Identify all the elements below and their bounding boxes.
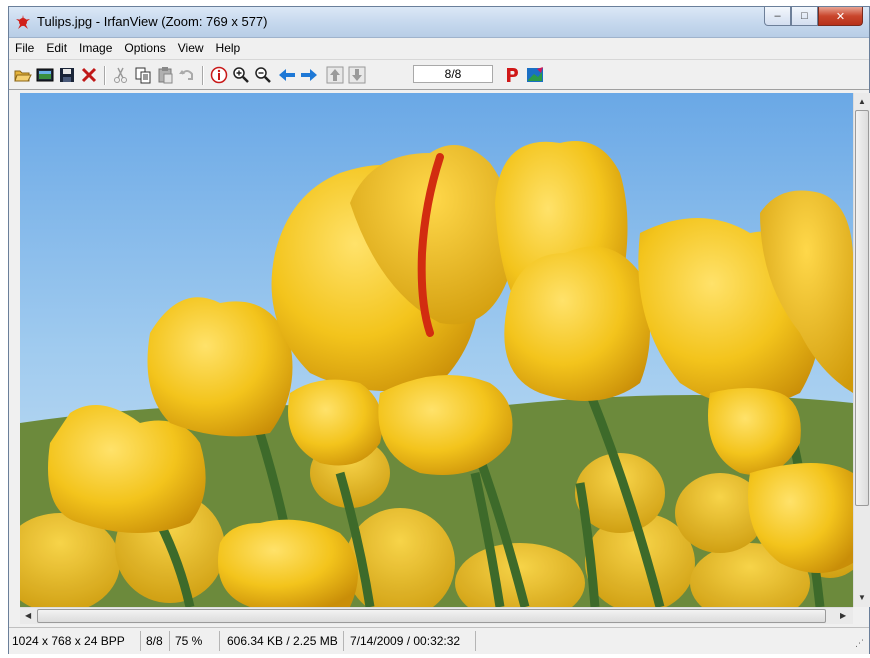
vertical-scroll-thumb[interactable] bbox=[855, 110, 869, 506]
delete-icon[interactable] bbox=[80, 66, 98, 84]
resize-grip-icon[interactable]: ⋰ bbox=[855, 638, 864, 649]
slideshow-icon[interactable] bbox=[36, 66, 54, 84]
last-page-icon[interactable] bbox=[348, 66, 366, 84]
scroll-right-icon[interactable]: ▶ bbox=[840, 611, 846, 620]
print-icon[interactable] bbox=[503, 66, 521, 84]
next-icon[interactable] bbox=[300, 66, 318, 84]
scroll-up-icon[interactable]: ▲ bbox=[858, 97, 866, 106]
menu-options[interactable]: Options bbox=[118, 38, 171, 58]
window-title: Tulips.jpg - IrfanView (Zoom: 769 x 577) bbox=[37, 14, 268, 29]
scroll-down-icon[interactable]: ▼ bbox=[858, 593, 866, 602]
image-viewport[interactable] bbox=[20, 93, 853, 607]
cut-icon[interactable] bbox=[112, 66, 130, 84]
paste-icon[interactable] bbox=[156, 66, 174, 84]
scroll-left-icon[interactable]: ◀ bbox=[25, 611, 31, 620]
close-button[interactable]: ✕ bbox=[818, 7, 863, 26]
open-folder-icon[interactable] bbox=[14, 66, 32, 84]
status-bar: 1024 x 768 x 24 BPP 8/8 75 % 606.34 KB /… bbox=[9, 627, 869, 654]
menu-help[interactable]: Help bbox=[210, 38, 247, 58]
status-separator bbox=[219, 631, 220, 651]
copy-icon[interactable] bbox=[134, 66, 152, 84]
status-dimensions: 1024 x 768 x 24 BPP bbox=[12, 634, 125, 648]
toolbar-separator bbox=[202, 66, 204, 85]
status-separator bbox=[343, 631, 344, 651]
save-icon[interactable] bbox=[58, 66, 76, 84]
toolbar-separator bbox=[104, 66, 106, 85]
first-page-icon[interactable] bbox=[326, 66, 344, 84]
horizontal-scrollbar[interactable]: ◀ ▶ bbox=[20, 607, 853, 624]
paint-icon[interactable] bbox=[526, 66, 544, 84]
minimize-button[interactable]: – bbox=[764, 7, 791, 26]
status-separator bbox=[140, 631, 141, 651]
irfanview-app-icon bbox=[16, 15, 30, 29]
window-controls: – □ ✕ bbox=[764, 7, 863, 28]
info-icon[interactable] bbox=[210, 66, 228, 84]
previous-icon[interactable] bbox=[278, 66, 296, 84]
status-separator bbox=[475, 631, 476, 651]
vertical-scrollbar[interactable]: ▲ ▼ bbox=[853, 93, 870, 607]
tulips-image bbox=[20, 93, 853, 607]
undo-icon[interactable] bbox=[178, 66, 196, 84]
menu-file[interactable]: File bbox=[9, 38, 40, 58]
menu-image[interactable]: Image bbox=[73, 38, 118, 58]
menu-edit[interactable]: Edit bbox=[40, 38, 73, 58]
menu-view[interactable]: View bbox=[172, 38, 210, 58]
zoom-out-icon[interactable] bbox=[254, 66, 272, 84]
irfanview-window: Tulips.jpg - IrfanView (Zoom: 769 x 577)… bbox=[8, 6, 870, 654]
zoom-in-icon[interactable] bbox=[232, 66, 250, 84]
status-zoom: 75 % bbox=[175, 634, 203, 648]
status-page: 8/8 bbox=[146, 634, 163, 648]
title-bar[interactable]: Tulips.jpg - IrfanView (Zoom: 769 x 577)… bbox=[9, 7, 869, 38]
page-indicator[interactable]: 8/8 bbox=[413, 65, 493, 83]
status-separator bbox=[169, 631, 170, 651]
menu-bar: File Edit Image Options View Help bbox=[9, 38, 869, 58]
status-datetime: 7/14/2009 / 00:32:32 bbox=[350, 634, 461, 648]
toolbar: 8/8 bbox=[9, 59, 869, 90]
status-file-size: 606.34 KB / 2.25 MB bbox=[227, 634, 338, 648]
horizontal-scroll-thumb[interactable] bbox=[37, 609, 826, 623]
maximize-button[interactable]: □ bbox=[791, 7, 818, 26]
